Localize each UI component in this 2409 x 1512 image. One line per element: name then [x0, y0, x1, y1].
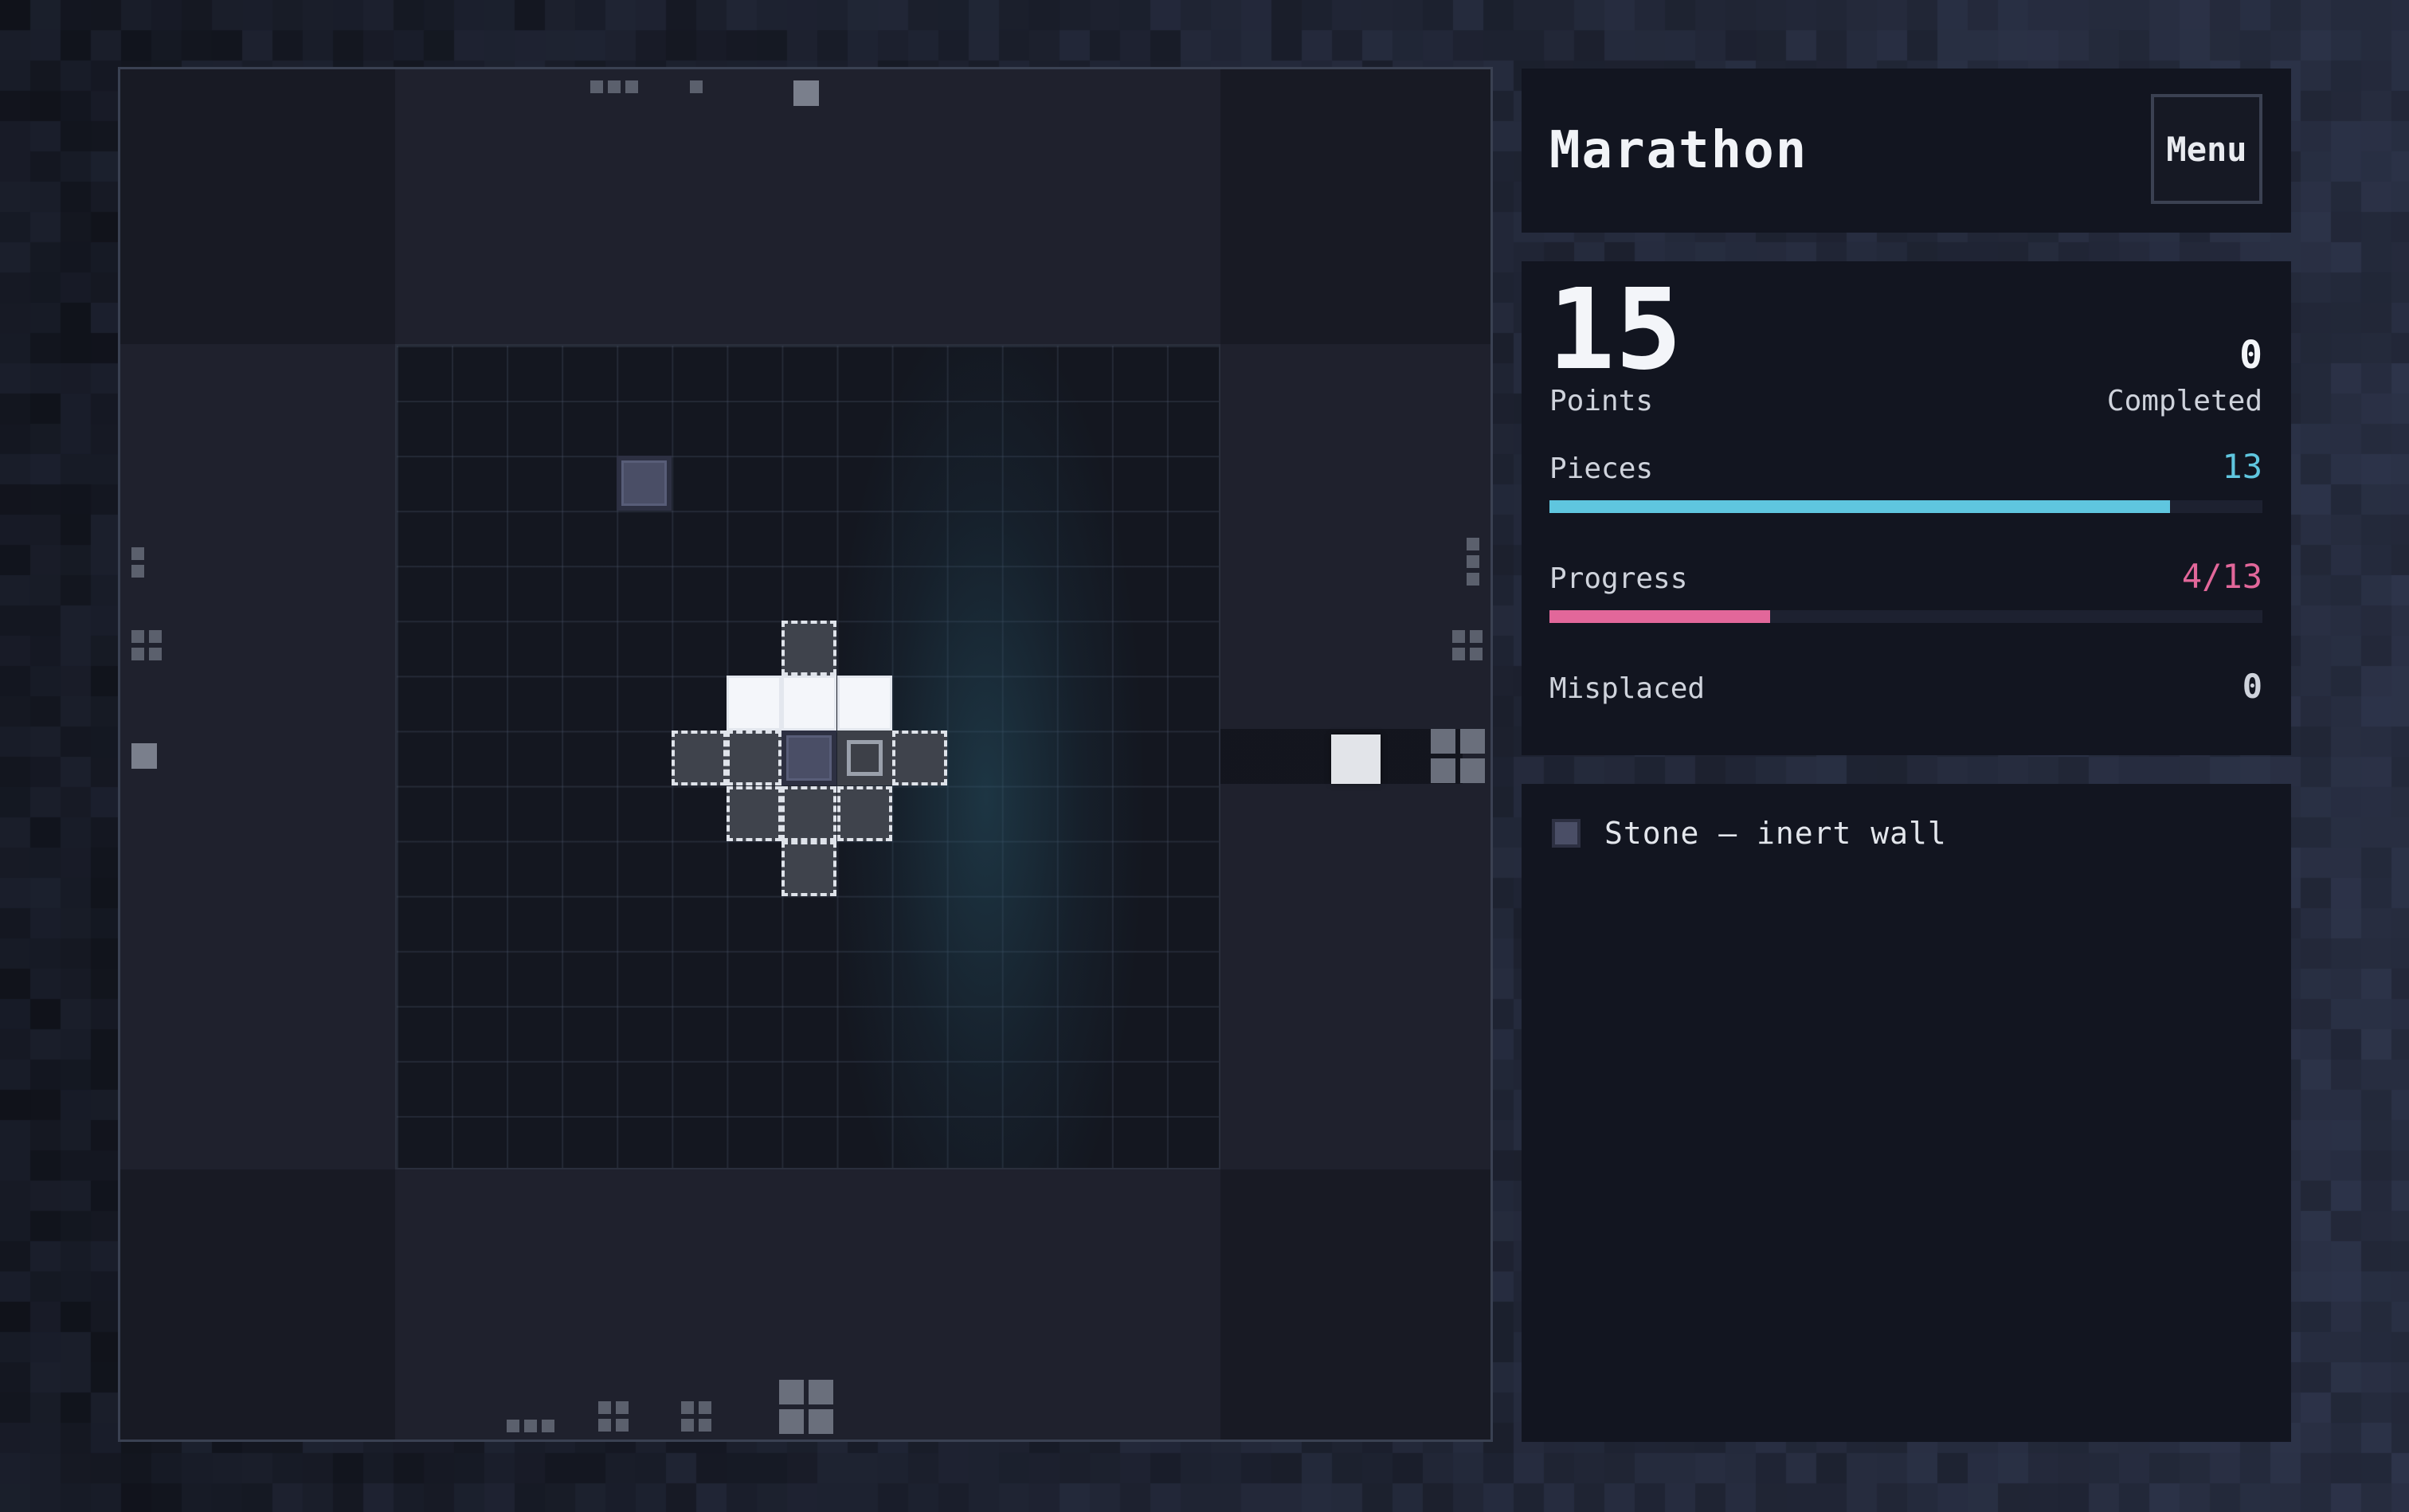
pieces-bar: [1549, 500, 2262, 513]
stone-cell: [617, 456, 672, 511]
legend-item-stone: Stone — inert wall: [1552, 816, 1947, 851]
piece-cell: [781, 676, 837, 731]
spawn-right-big-quad-icon: [1431, 729, 1487, 785]
title-panel: Marathon Menu: [1522, 69, 2291, 233]
misplaced-value: 0: [2242, 667, 2262, 706]
piece-ghost-cell: [727, 785, 782, 841]
legend-panel: Stone — inert wall: [1522, 784, 2291, 1442]
progress-value: 4/13: [2181, 557, 2262, 596]
points-label: Points: [1549, 385, 1654, 417]
incoming-piece: [1331, 734, 1381, 784]
pieces-value: 13: [2222, 447, 2262, 486]
board-corner-top-right: [1220, 69, 1490, 344]
spawn-bottom-quad-icon-2: [681, 1401, 713, 1433]
progress-bar: [1549, 610, 2262, 623]
piece-ghost-cell: [672, 731, 727, 786]
piece-ghost-cell: [891, 731, 947, 786]
spawn-bottom-big-quad-icon: [779, 1380, 835, 1436]
menu-button[interactable]: Menu: [2151, 94, 2262, 204]
play-grid[interactable]: [395, 344, 1220, 1169]
completed-label: Completed: [2106, 385, 2262, 417]
page-title: Marathon: [1549, 121, 1808, 180]
piece-ghost-cell: [781, 785, 837, 841]
board-side-top: [395, 69, 1220, 344]
completed-value: 0: [2239, 333, 2262, 378]
progress-bar-fill: [1549, 610, 1771, 623]
stats-panel: 15 Points 0 Completed Pieces 13 Progress…: [1522, 261, 2291, 755]
board-corner-top-left: [120, 69, 395, 344]
piece-cell: [836, 676, 892, 731]
piece-ghost-cell: [781, 840, 837, 896]
piece-ghost-cell: [727, 731, 782, 786]
spawn-left-quad-icon: [131, 630, 163, 662]
progress-label: Progress: [1549, 562, 1688, 595]
misplaced-label: Misplaced: [1549, 672, 1706, 705]
legend-stone-label: Stone — inert wall: [1604, 816, 1947, 851]
game-board[interactable]: [118, 67, 1493, 1442]
piece-ghost-cell: [781, 621, 837, 676]
spawn-top-triple-icon: [590, 80, 641, 93]
spawn-bottom-triple-icon: [507, 1420, 558, 1432]
spawn-left-double-icon: [131, 547, 144, 579]
spawn-top-single-icon: [793, 80, 819, 106]
stone-swatch-icon: [1552, 819, 1581, 848]
spawn-right-quad-icon: [1452, 630, 1484, 662]
board-corner-bottom-right: [1220, 1169, 1490, 1440]
points-value: 15: [1548, 265, 1682, 395]
stone-cell: [781, 731, 837, 786]
board-side-left: [120, 344, 395, 1169]
spawn-top-dot-icon: [690, 80, 703, 93]
spawn-bottom-quad-icon: [598, 1401, 630, 1433]
spawn-left-single-icon: [131, 743, 157, 769]
piece-cell: [727, 676, 782, 731]
pieces-bar-fill: [1549, 500, 2170, 513]
spawn-right-triple-icon: [1467, 538, 1479, 587]
board-corner-bottom-left: [120, 1169, 395, 1440]
piece-ghost-cell: [836, 785, 892, 841]
target-cell: [836, 731, 892, 786]
pieces-label: Pieces: [1549, 452, 1654, 485]
